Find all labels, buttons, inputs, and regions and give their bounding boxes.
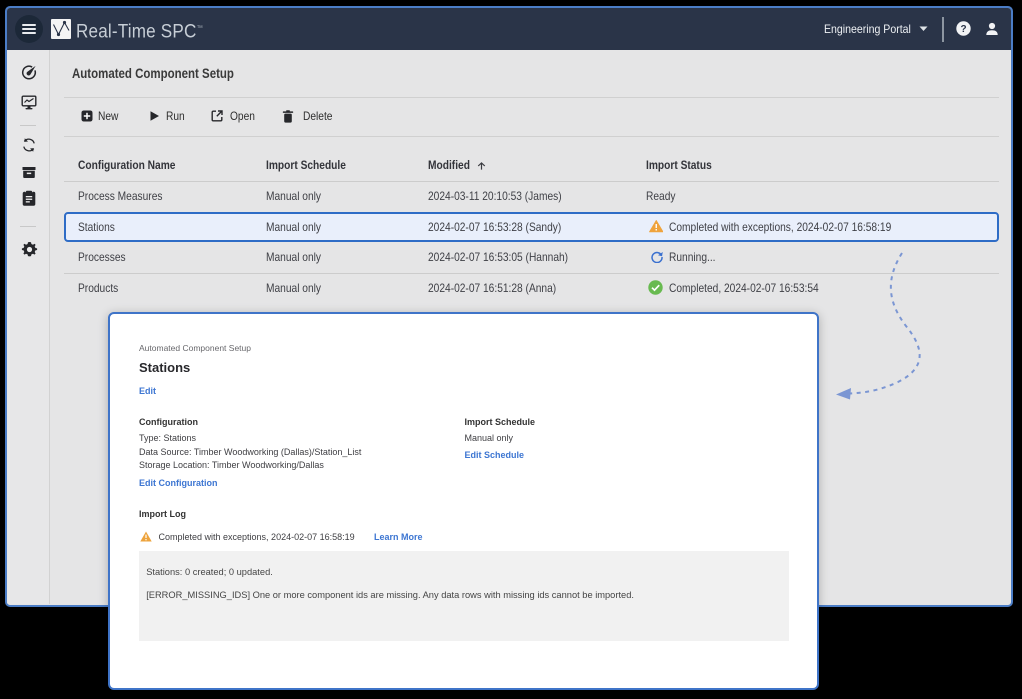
svg-text:?: ? — [960, 24, 966, 35]
